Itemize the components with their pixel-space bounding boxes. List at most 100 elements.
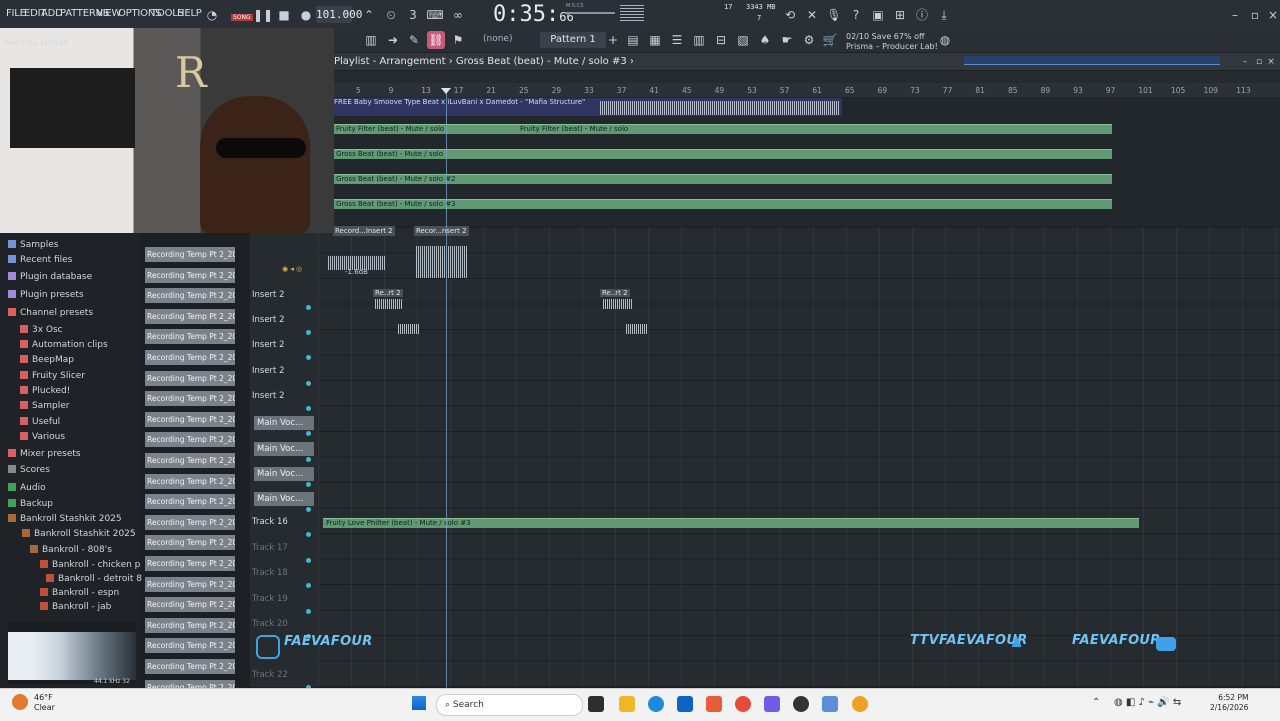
track-header[interactable]: Insert 2: [252, 391, 312, 401]
track-header[interactable]: Main Voc...: [254, 492, 314, 506]
browser-item[interactable]: Useful: [20, 417, 60, 427]
hint-bar[interactable]: 02/10 Save 67% off Prisma – Producer Lab!: [846, 32, 938, 52]
metronome-icon[interactable]: ⌃: [360, 6, 378, 24]
weather-icon[interactable]: [12, 694, 28, 710]
browser-item[interactable]: Channel presets: [8, 308, 93, 318]
obs-icon[interactable]: [793, 696, 809, 712]
track-enable-dot-icon[interactable]: [306, 558, 311, 563]
browser-item[interactable]: Sampler: [20, 401, 69, 411]
globe-icon[interactable]: ◍: [936, 31, 954, 49]
recording-file-item[interactable]: Recording Temp Pt 2_202...: [145, 267, 235, 283]
taskbar-clock[interactable]: 6:52 PM 2/16/2026: [1210, 693, 1248, 713]
track-header[interactable]: Main Voc...: [254, 442, 314, 456]
info-icon[interactable]: ⓘ: [913, 6, 931, 24]
stop-icon[interactable]: ■: [275, 6, 293, 24]
arrow-icon[interactable]: ➜: [384, 31, 402, 49]
browser-item[interactable]: Bankroll - chicken p: [40, 560, 140, 570]
browser-item[interactable]: 3x Osc: [20, 325, 63, 335]
automation-clip-gross-beat-3[interactable]: Gross Beat (beat) - Mute / solo #3: [334, 199, 1112, 209]
recording-file-item[interactable]: Recording Temp Pt 2_202...: [145, 473, 235, 489]
track-enable-dot-icon[interactable]: [306, 381, 311, 386]
help-icon[interactable]: ?: [847, 6, 865, 24]
track-header[interactable]: Insert 2: [252, 290, 312, 300]
track-header[interactable]: Track 18: [252, 568, 312, 578]
track-enable-dot-icon[interactable]: [306, 406, 311, 411]
sample-preview[interactable]: 44.1 kHz 32: [8, 622, 136, 685]
browser-item[interactable]: Fruity Slicer: [20, 371, 85, 381]
track-header[interactable]: Insert 2: [252, 366, 312, 376]
automation-clip-gross-beat-2[interactable]: Gross Beat (beat) - Mute / solo #2: [334, 174, 1112, 184]
track-header[interactable]: Main Voc...: [254, 467, 314, 481]
track-enable-dot-icon[interactable]: [306, 482, 311, 487]
link-icon[interactable]: ⛓: [427, 31, 445, 49]
recording-file-item[interactable]: Recording Temp Pt 2_202...: [145, 391, 235, 407]
browser-item[interactable]: Plugin presets: [8, 290, 84, 300]
draw-icon[interactable]: ✎: [405, 31, 423, 49]
browser-item[interactable]: Scores: [8, 465, 50, 475]
mixer-icon[interactable]: ☰: [668, 31, 686, 49]
track-header[interactable]: Track 16: [252, 517, 312, 527]
chrome-icon[interactable]: [735, 696, 751, 712]
tray-chevron-icon[interactable]: ⌃: [1092, 697, 1100, 708]
cart-icon[interactable]: 🛒: [821, 31, 839, 49]
recording-clip-b-label[interactable]: Recor...nsert 2: [414, 226, 469, 236]
track-header[interactable]: Track 17: [252, 543, 312, 553]
recording-file-item[interactable]: Recording Temp Pt 2_202...: [145, 597, 235, 613]
snap-select[interactable]: (none): [483, 34, 512, 44]
track-enable-dot-icon[interactable]: [306, 330, 311, 335]
track-header[interactable]: Main Voc...: [254, 416, 314, 430]
pause-icon[interactable]: ❚❚: [253, 6, 273, 24]
browser-item[interactable]: Backup: [8, 499, 53, 509]
recording-file-item[interactable]: Recording Temp Pt 2_202...: [145, 494, 235, 510]
browser-item[interactable]: Various: [20, 432, 65, 442]
step-edit-icon[interactable]: ⌨: [426, 6, 444, 24]
recording-clip-a-label[interactable]: Record...Insert 2: [333, 226, 395, 236]
recording-file-item[interactable]: Recording Temp Pt 2_202...: [145, 247, 235, 262]
master-volume-slider[interactable]: [565, 12, 615, 14]
app-icon[interactable]: [822, 696, 838, 712]
office-icon[interactable]: [706, 696, 722, 712]
file-explorer-icon[interactable]: [619, 696, 635, 712]
fl-studio-icon[interactable]: [852, 696, 868, 712]
mini-clip-a[interactable]: Re..rt 2: [373, 289, 403, 297]
discord-icon[interactable]: [764, 696, 780, 712]
track-header[interactable]: Track 19: [252, 594, 312, 604]
playhead[interactable]: [446, 88, 447, 688]
recording-file-item[interactable]: Recording Temp Pt 2_202...: [145, 638, 235, 654]
track-header[interactable]: Track 20: [252, 619, 312, 629]
tempo-display[interactable]: 101.000: [316, 6, 362, 23]
recording-file-item[interactable]: Recording Temp Pt 2_202...: [145, 617, 235, 633]
playlist-scroll-overview[interactable]: [964, 56, 1220, 65]
recording-file-item[interactable]: Recording Temp Pt 2_202...: [145, 556, 235, 571]
track-header[interactable]: Insert 2: [252, 315, 312, 325]
mic-icon[interactable]: 🎙: [825, 6, 843, 24]
browser-item[interactable]: Bankroll - espn: [40, 588, 119, 598]
browser-item[interactable]: Plugin database: [8, 272, 92, 282]
recording-file-item[interactable]: Recording Temp Pt 2_202...: [145, 576, 235, 592]
mini-clip-b[interactable]: Re..rt 2: [600, 289, 630, 297]
playlist-icon[interactable]: ▤: [624, 31, 642, 49]
track-enable-dot-icon[interactable]: [306, 457, 311, 462]
browser-item[interactable]: Bankroll - jab: [40, 602, 111, 612]
menu-file[interactable]: FILE: [6, 8, 26, 19]
song-mode-badge[interactable]: SONG: [231, 14, 253, 21]
taskbar-search[interactable]: ⌕ Search: [436, 694, 583, 716]
track-header[interactable]: Track 22: [252, 670, 312, 680]
browser-icon[interactable]: ⊟: [712, 31, 730, 49]
browser-item[interactable]: Automation clips: [20, 340, 108, 350]
browser-item[interactable]: Mixer presets: [8, 449, 81, 459]
browser-item[interactable]: Bankroll Stashkit 2025: [22, 529, 136, 539]
track-enable-dot-icon[interactable]: [306, 431, 311, 436]
piano-icon[interactable]: ▥: [362, 31, 380, 49]
browser-item[interactable]: Bankroll Stashkit 2025: [8, 514, 122, 524]
recording-file-item[interactable]: Recording Temp Pt 2_202...: [145, 329, 235, 345]
browser-item[interactable]: Bankroll - 808's: [30, 545, 112, 555]
touch-icon[interactable]: ☛: [778, 31, 796, 49]
start-icon[interactable]: [412, 696, 426, 710]
piano-roll-icon[interactable]: ▥: [690, 31, 708, 49]
track-enable-dot-icon[interactable]: [306, 507, 311, 512]
recording-file-item[interactable]: Recording Temp Pt 2_202...: [145, 432, 235, 448]
wait-icon[interactable]: ⏲: [382, 6, 400, 24]
weather-widget[interactable]: 46°F Clear: [34, 693, 55, 713]
browser-item[interactable]: Samples: [8, 240, 58, 250]
